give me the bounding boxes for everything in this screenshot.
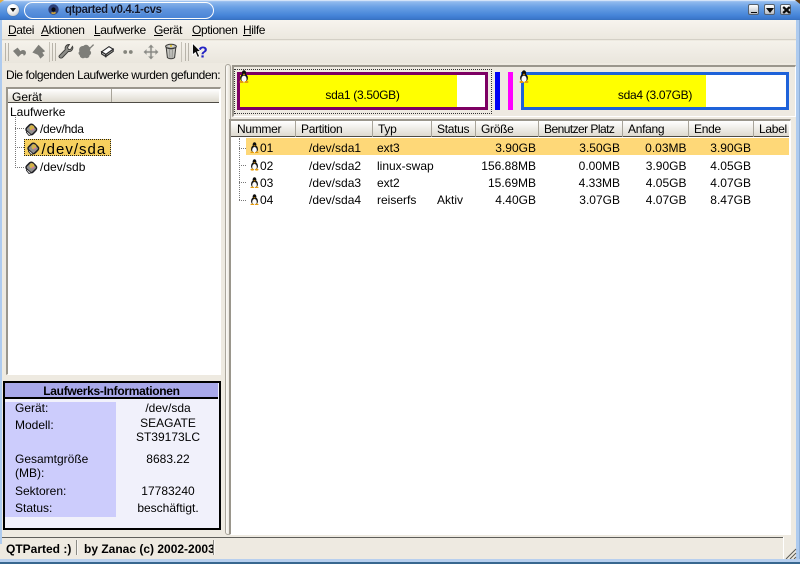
svg-text:?: ? xyxy=(198,45,208,62)
